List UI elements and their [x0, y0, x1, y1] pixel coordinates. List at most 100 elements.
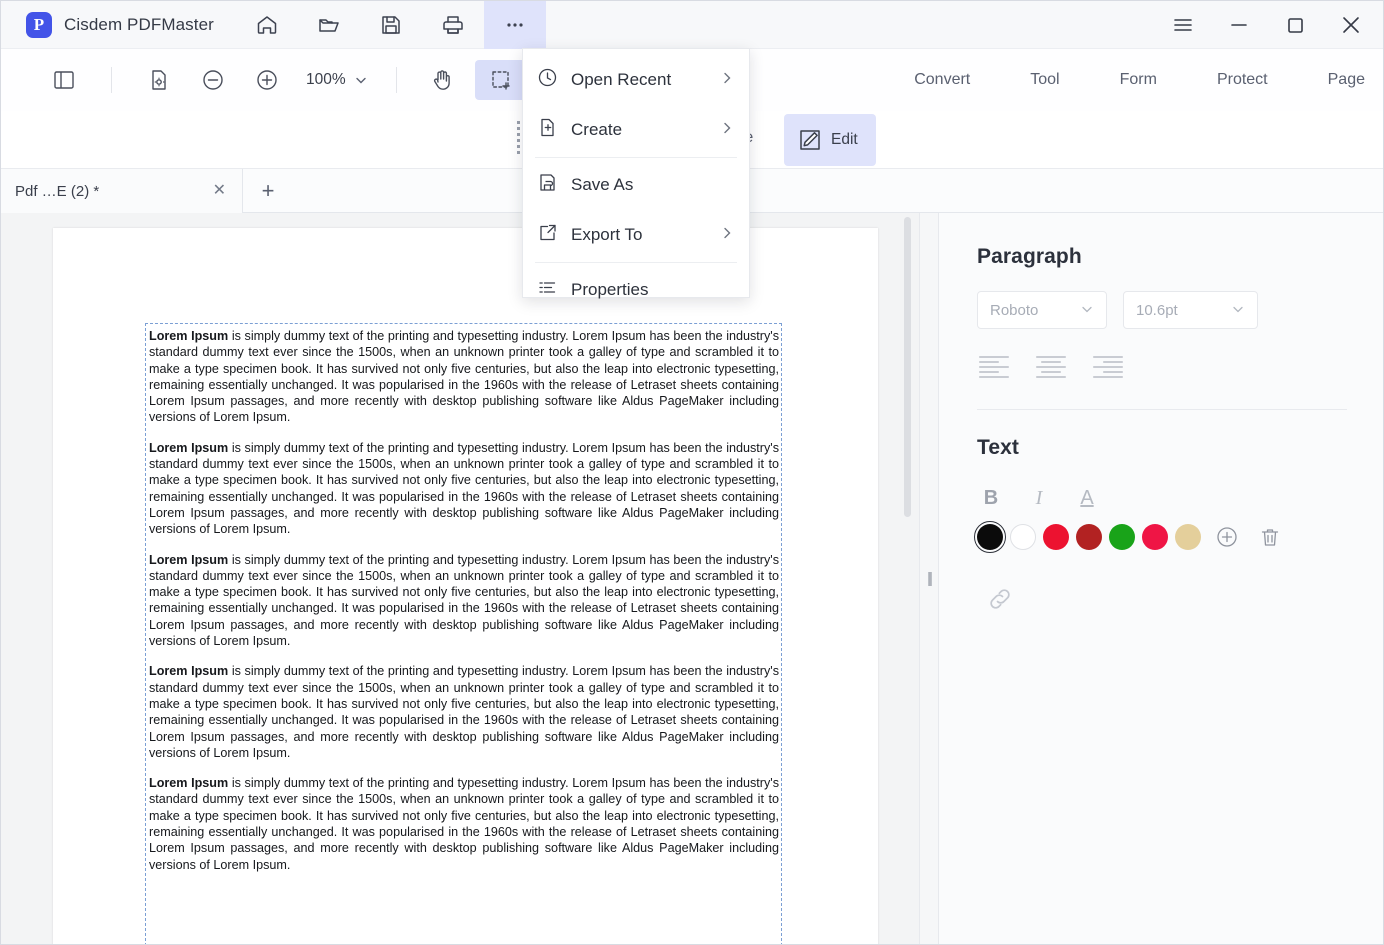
tab-tool[interactable]: Tool	[1000, 49, 1089, 111]
ribbon-nav-tabs: Convert Tool Form Protect Page	[884, 49, 1383, 111]
color-swatch-red[interactable]	[1043, 524, 1069, 550]
hand-tool-icon[interactable]	[423, 61, 461, 99]
font-size-value: 10.6pt	[1136, 301, 1178, 319]
paragraph-4[interactable]: Lorem Ipsum is simply dummy text of the …	[149, 663, 779, 761]
more-menu-icon[interactable]	[483, 1, 546, 49]
zoom-in-icon[interactable]	[248, 61, 286, 99]
maximize-icon[interactable]	[1267, 1, 1323, 49]
align-right-icon[interactable]	[1091, 351, 1127, 381]
menu-divider-1	[535, 157, 737, 158]
tab-page[interactable]: Page	[1298, 49, 1383, 111]
zoom-level-value: 100%	[306, 71, 346, 88]
properties-panel: Paragraph Roboto 10.6pt Text B I A	[939, 213, 1383, 944]
splitter-grip[interactable]: ||	[927, 571, 933, 586]
underline-button[interactable]: A	[1073, 484, 1101, 512]
color-swatch-tan[interactable]	[1175, 524, 1201, 550]
text-style-row: B I A	[977, 484, 1347, 512]
menu-item-properties[interactable]: Properties	[523, 265, 749, 315]
paragraph-section-title: Paragraph	[977, 245, 1082, 268]
viewer-scrollbar[interactable]	[904, 213, 915, 944]
menu-item-label: Properties	[571, 280, 649, 299]
selected-text-block[interactable]: Lorem Ipsum is simply dummy text of the …	[145, 323, 782, 944]
close-icon[interactable]	[1323, 1, 1379, 49]
application-window: P Cisdem PDFMaster 100% Convert Tool For…	[0, 0, 1384, 945]
toolbar-separator-1	[111, 67, 112, 93]
hamburger-menu-icon[interactable]	[1155, 1, 1211, 49]
window-controls	[1155, 1, 1379, 49]
tab-form[interactable]: Form	[1090, 49, 1187, 111]
chevron-right-icon	[719, 70, 735, 91]
menu-item-export-to[interactable]: Export To	[523, 210, 749, 260]
bold-button[interactable]: B	[977, 484, 1005, 512]
save-icon[interactable]	[360, 1, 422, 49]
pdf-viewer: Lorem Ipsum is simply dummy text of the …	[1, 213, 919, 944]
viewer-scroll-thumb[interactable]	[904, 217, 911, 517]
paragraph-5-body: is simply dummy text of the printing and…	[149, 776, 779, 872]
paragraph-1-body: is simply dummy text of the printing and…	[149, 329, 779, 425]
edit-button-label: Edit	[831, 131, 858, 148]
toolbar-separator-2	[395, 67, 397, 93]
menu-item-label: Open Recent	[571, 70, 672, 89]
menu-item-label: Export To	[571, 225, 643, 244]
text-section: Text B I A	[973, 436, 1347, 616]
color-swatch-pink-red[interactable]	[1142, 524, 1168, 550]
plus-circle-icon[interactable]	[1214, 524, 1240, 550]
more-menu-dropdown: Open Recent Create Save As Export To Pro…	[522, 48, 750, 299]
minimize-icon[interactable]	[1211, 1, 1267, 49]
edit-pencil-icon	[800, 130, 820, 150]
document-tab[interactable]: Pdf …E (2) * ✕	[1, 169, 243, 213]
paragraph-2-body: is simply dummy text of the printing and…	[149, 440, 779, 537]
tab-protect[interactable]: Protect	[1187, 49, 1298, 111]
home-icon[interactable]	[236, 1, 298, 49]
alignment-buttons-row	[977, 351, 1347, 381]
color-swatch-white[interactable]	[1010, 524, 1036, 550]
color-swatch-dark-red[interactable]	[1076, 524, 1102, 550]
page-settings-icon[interactable]	[140, 61, 178, 99]
toolbar-drag-handle[interactable]	[517, 121, 520, 155]
paragraph-1-lead: Lorem Ipsum	[149, 329, 229, 343]
document-tab-title: Pdf …E (2) *	[15, 182, 100, 200]
marquee-select-icon[interactable]	[474, 60, 527, 100]
titlebar-quick-actions	[236, 1, 546, 49]
color-swatch-green[interactable]	[1109, 524, 1135, 550]
link-icon[interactable]	[983, 582, 1017, 616]
print-icon[interactable]	[422, 1, 484, 49]
paragraph-3-body: is simply dummy text of the printing and…	[149, 552, 779, 649]
menu-item-label: Create	[571, 120, 623, 139]
sidebar-toggle-icon[interactable]	[45, 61, 83, 99]
pdf-page[interactable]: Lorem Ipsum is simply dummy text of the …	[53, 228, 878, 944]
menu-item-save-as[interactable]: Save As	[523, 160, 749, 210]
title-bar: P Cisdem PDFMaster	[1, 1, 1383, 49]
new-tab-button[interactable]: +	[243, 169, 293, 212]
font-size-select[interactable]: 10.6pt	[1123, 291, 1258, 329]
zoom-level-dropdown[interactable]: 100%	[306, 71, 368, 89]
paragraph-3[interactable]: Lorem Ipsum is simply dummy text of the …	[149, 552, 779, 650]
zoom-out-icon[interactable]	[194, 61, 232, 99]
font-family-select[interactable]: Roboto	[977, 291, 1107, 329]
text-section-title: Text	[977, 436, 1020, 459]
open-folder-icon[interactable]	[298, 1, 360, 49]
paragraph-2[interactable]: Lorem Ipsum is simply dummy text of the …	[149, 440, 779, 538]
color-swatch-black[interactable]	[973, 520, 1007, 554]
chevron-right-icon	[719, 120, 735, 141]
paragraph-3-lead: Lorem Ipsum	[149, 552, 229, 567]
panel-splitter[interactable]: ||	[919, 213, 939, 944]
paragraph-4-body: is simply dummy text of the printing and…	[149, 664, 779, 760]
app-title: Cisdem PDFMaster	[64, 14, 214, 34]
menu-divider-2	[535, 262, 737, 263]
chevron-down-icon	[1080, 302, 1094, 319]
align-center-icon[interactable]	[1034, 351, 1070, 381]
trash-icon[interactable]	[1257, 524, 1283, 550]
italic-button[interactable]: I	[1025, 484, 1053, 512]
menu-item-label: Save As	[571, 175, 634, 194]
paragraph-1[interactable]: Lorem Ipsum is simply dummy text of the …	[149, 328, 779, 426]
section-divider	[977, 409, 1347, 410]
menu-item-open-recent[interactable]: Open Recent	[523, 55, 749, 105]
close-tab-icon[interactable]: ✕	[213, 183, 226, 199]
align-left-icon[interactable]	[977, 351, 1013, 381]
tab-convert[interactable]: Convert	[884, 49, 1000, 111]
paragraph-5[interactable]: Lorem Ipsum is simply dummy text of the …	[149, 775, 779, 873]
edit-button[interactable]: Edit	[784, 114, 876, 166]
menu-item-create[interactable]: Create	[523, 105, 749, 155]
export-icon	[537, 222, 571, 248]
